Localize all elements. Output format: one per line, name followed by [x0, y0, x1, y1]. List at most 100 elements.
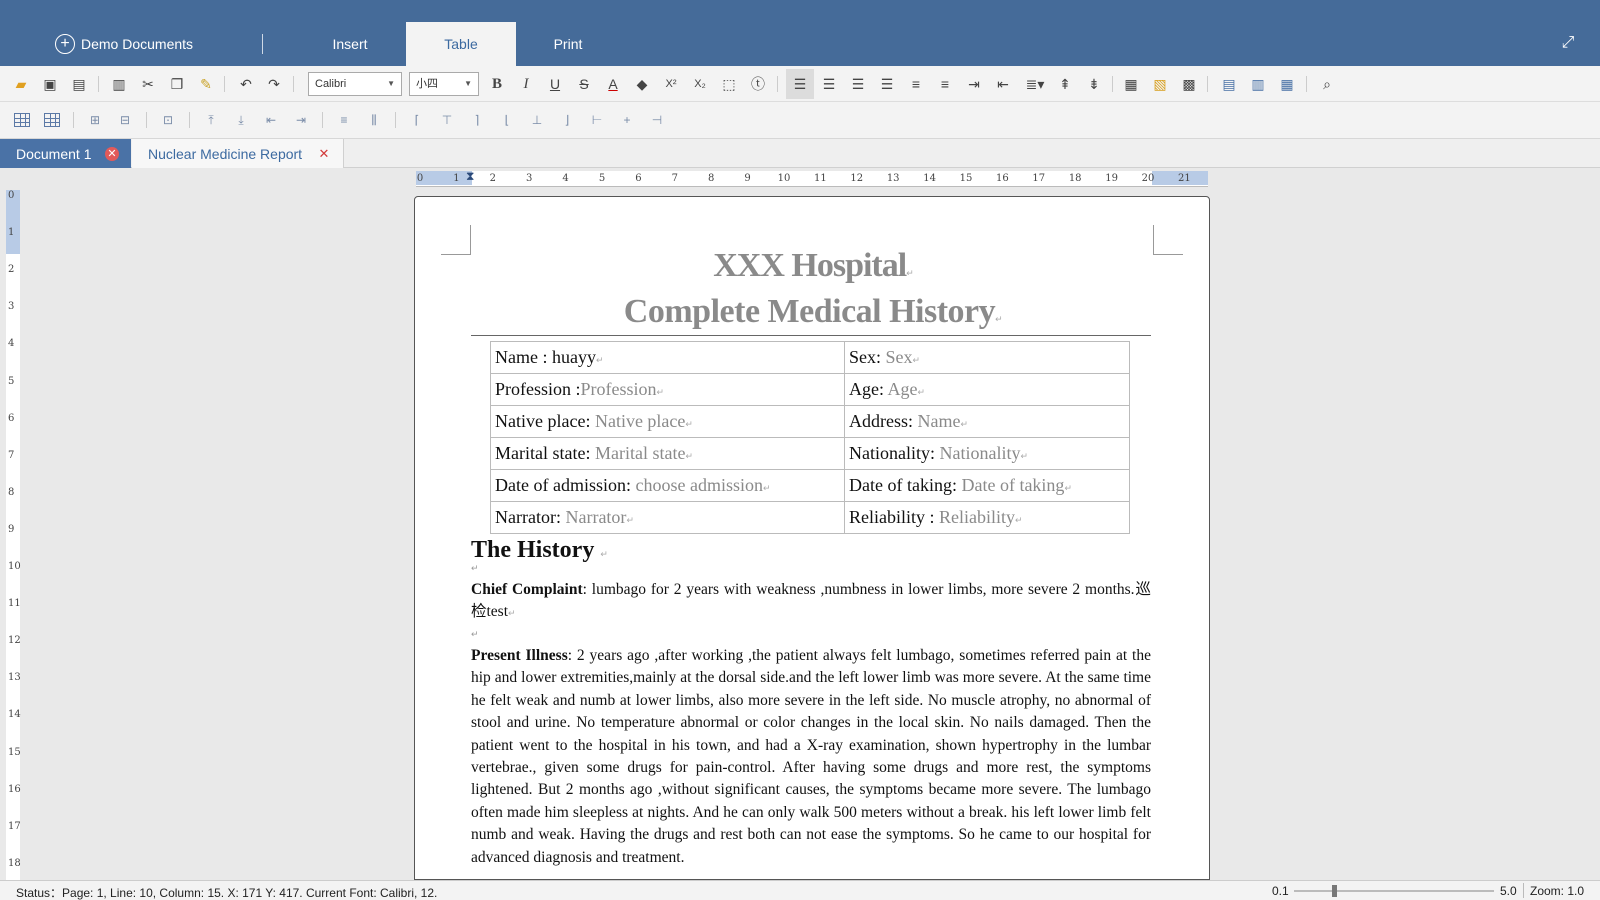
info-cell[interactable]: Marital state: Marital state↵ [490, 437, 845, 470]
fullscreen-icon[interactable]: ⤢ [1558, 34, 1578, 54]
align-justify-icon[interactable]: ☰ [876, 73, 898, 95]
paste-icon[interactable]: ▥ [108, 73, 130, 95]
info-cell[interactable]: Narrator: Narrator↵ [490, 501, 845, 534]
strikethrough-button[interactable]: S [573, 73, 595, 95]
cell-align-bottom-left-icon[interactable]: ⌊ [498, 111, 516, 129]
cell-align-bottom-center-icon[interactable]: ⊥ [528, 111, 546, 129]
font-size-select[interactable]: 小四 ▼ [409, 72, 479, 96]
numbered-list-icon[interactable]: ≡ [905, 73, 927, 95]
copy-icon[interactable]: ❐ [166, 73, 188, 95]
space-after-icon[interactable]: ⇟ [1083, 73, 1105, 95]
field-placeholder[interactable]: Native place [595, 411, 685, 431]
field-placeholder[interactable]: Profession [581, 379, 657, 399]
align-center-icon[interactable]: ☰ [818, 73, 840, 95]
layout-view-1-icon[interactable]: ▤ [1218, 73, 1240, 95]
field-placeholder[interactable]: Nationality [939, 443, 1020, 463]
info-cell[interactable]: Name : huayy↵ [490, 341, 845, 374]
vertical-ruler[interactable]: 0 1 2 3 4 5 6 7 8 9 10 11 12 13 14 15 16 17 18 [6, 190, 21, 880]
list-style-dropdown-icon[interactable]: ≣▾ [1021, 73, 1049, 95]
insert-column-right-icon[interactable]: ⇥ [292, 111, 310, 129]
info-cell[interactable]: Native place: Native place↵ [490, 405, 845, 438]
highlight-icon[interactable]: ◆ [631, 73, 653, 95]
field-placeholder[interactable]: Marital state [595, 443, 685, 463]
tab-insert[interactable]: Insert [310, 22, 390, 66]
format-painter-icon[interactable]: ✎ [195, 73, 217, 95]
underline-button[interactable]: U [544, 73, 566, 95]
insert-row-above-icon[interactable]: ⤒ [202, 111, 220, 129]
info-cell[interactable]: Date of taking: Date of taking↵ [844, 469, 1130, 502]
redo-icon[interactable]: ↷ [263, 73, 285, 95]
info-cell[interactable]: Address: Name↵ [844, 405, 1130, 438]
zoom-slider-thumb[interactable] [1332, 885, 1337, 897]
cell-align-top-left-icon[interactable]: ⌈ [408, 111, 426, 129]
layout-view-3-icon[interactable]: ▦ [1276, 73, 1298, 95]
delete-column-icon[interactable]: ⫼ [365, 111, 383, 129]
cell-align-center-icon[interactable]: + [618, 111, 636, 129]
info-cell[interactable]: Age: Age↵ [844, 373, 1130, 406]
chief-complaint-paragraph[interactable]: Chief Complaint: lumbago for 2 years wit… [471, 579, 1151, 625]
field-placeholder[interactable]: Reliability [939, 507, 1015, 527]
document-page[interactable]: XXX Hospital↵ Complete Medical History↵ … [414, 196, 1210, 880]
cell-align-top-right-icon[interactable]: ⌉ [468, 111, 486, 129]
italic-button[interactable]: I [515, 73, 537, 95]
doc-tab-document-1[interactable]: Document 1 ✕ [0, 139, 131, 168]
close-icon[interactable]: ✕ [317, 146, 331, 161]
space-before-icon[interactable]: ⇞ [1054, 73, 1076, 95]
bullet-list-icon[interactable]: ≡ [934, 73, 956, 95]
superscript-button[interactable]: X² [660, 73, 682, 95]
info-cell[interactable]: Sex: Sex↵ [844, 341, 1130, 374]
info-cell[interactable]: Reliability : Reliability↵ [844, 501, 1130, 534]
tab-table[interactable]: Table [406, 22, 516, 66]
align-left-icon[interactable]: ☰ [786, 69, 814, 99]
book-icon[interactable]: ▧ [1149, 73, 1171, 95]
text-box-icon[interactable]: ⬚ [718, 73, 740, 95]
zoom-slider[interactable] [1294, 885, 1494, 897]
insert-text-icon[interactable]: ⓣ [747, 73, 769, 95]
open-folder-icon[interactable]: ▰ [10, 73, 32, 95]
close-icon[interactable]: ✕ [105, 146, 119, 161]
insert-column-left-icon[interactable]: ⇤ [262, 111, 280, 129]
field-placeholder[interactable]: Sex [886, 347, 913, 367]
field-placeholder[interactable]: choose admission [635, 475, 763, 495]
info-cell[interactable]: Profession :Profession↵ [490, 373, 845, 406]
cut-icon[interactable]: ✂ [137, 73, 159, 95]
layout-view-2-icon[interactable]: ▥ [1247, 73, 1269, 95]
cell-align-left-icon[interactable]: ⊢ [588, 111, 606, 129]
indent-increase-icon[interactable]: ⇥ [963, 73, 985, 95]
merge-cells-icon[interactable]: ⊞ [86, 111, 104, 129]
indent-marker-icon[interactable]: ⧗ [466, 169, 474, 184]
cell-align-right-icon[interactable]: ⊣ [648, 111, 666, 129]
table-borders-icon[interactable]: ⊡ [159, 111, 177, 129]
export-pdf-icon[interactable]: ▤ [68, 73, 90, 95]
insert-row-below-icon[interactable]: ⤓ [232, 111, 250, 129]
delete-table-icon[interactable] [43, 111, 61, 129]
insert-image-icon[interactable]: ▩ [1178, 73, 1200, 95]
field-placeholder[interactable]: Age [888, 379, 918, 399]
split-cells-icon[interactable]: ⊟ [116, 111, 134, 129]
info-cell[interactable]: Date of admission: choose admission↵ [490, 469, 845, 502]
font-family-select[interactable]: Calibri ▼ [308, 72, 402, 96]
bold-button[interactable]: B [486, 73, 508, 95]
indent-decrease-icon[interactable]: ⇤ [992, 73, 1014, 95]
delete-row-icon[interactable]: ≡ [335, 111, 353, 129]
cell-align-top-center-icon[interactable]: ⊤ [438, 111, 456, 129]
insert-table-icon[interactable] [13, 111, 31, 129]
save-icon[interactable]: ▣ [39, 73, 61, 95]
align-right-icon[interactable]: ☰ [847, 73, 869, 95]
search-icon[interactable]: ⌕ [1316, 73, 1338, 95]
undo-icon[interactable]: ↶ [235, 73, 257, 95]
tab-print[interactable]: Print [528, 22, 608, 66]
field-placeholder[interactable]: Name [918, 411, 961, 431]
present-illness-paragraph[interactable]: Present Illness: 2 years ago ,after work… [471, 645, 1151, 869]
info-cell[interactable]: Nationality: Nationality↵ [844, 437, 1130, 470]
cell-align-bottom-right-icon[interactable]: ⌋ [558, 111, 576, 129]
page-setup-icon[interactable]: ▦ [1120, 73, 1142, 95]
demo-documents-menu[interactable]: + Demo Documents [55, 22, 205, 66]
font-color-button[interactable]: A [602, 73, 624, 95]
field-placeholder[interactable]: Narrator [565, 507, 626, 527]
doc-tab-nuclear-medicine-report[interactable]: Nuclear Medicine Report ✕ [132, 139, 344, 168]
toolbar-divider [146, 112, 147, 128]
subscript-button[interactable]: X₂ [689, 73, 711, 95]
horizontal-ruler[interactable]: ⧗ 0 1 2 3 4 5 6 7 8 9 10 11 12 13 14 15 16 17 18 19 20 21 [416, 169, 1208, 187]
field-placeholder[interactable]: Date of taking [961, 475, 1064, 495]
